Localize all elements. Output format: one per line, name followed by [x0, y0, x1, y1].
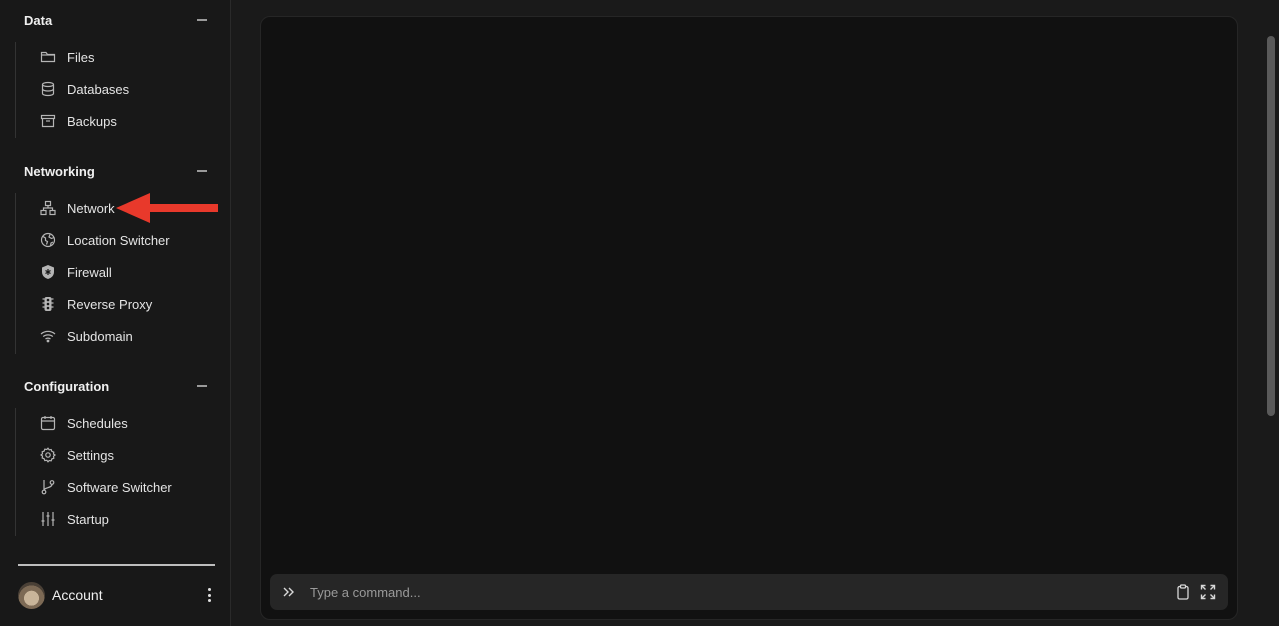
annotation-arrow	[116, 193, 218, 223]
section-guide-line	[15, 193, 16, 354]
collapse-data-button[interactable]	[196, 14, 208, 26]
sidebar-item-firewall[interactable]: Firewall	[40, 260, 220, 284]
wifi-icon	[40, 328, 62, 344]
section-header-networking: Networking	[24, 161, 208, 181]
section-guide-line	[15, 42, 16, 138]
clipboard-icon[interactable]	[1175, 584, 1191, 600]
gear-icon	[40, 447, 62, 463]
sidebar-item-label: Firewall	[67, 264, 112, 280]
command-input[interactable]	[308, 583, 1166, 601]
archive-icon	[40, 113, 62, 129]
console-panel	[260, 16, 1238, 620]
sidebar-item-label: Subdomain	[67, 328, 133, 344]
sidebar-item-schedules[interactable]: Schedules	[40, 411, 220, 435]
avatar[interactable]	[18, 581, 45, 609]
sidebar: Data Files Databases Backups Networking …	[0, 0, 231, 626]
shield-icon	[40, 264, 62, 280]
command-bar	[270, 574, 1228, 610]
network-icon	[40, 200, 62, 216]
sidebar-divider	[18, 564, 215, 566]
collapse-networking-button[interactable]	[196, 165, 208, 177]
sidebar-item-label: Location Switcher	[67, 232, 170, 248]
globe-icon	[40, 232, 62, 248]
sidebar-item-startup[interactable]: Startup	[40, 507, 220, 531]
more-options-icon[interactable]	[203, 587, 215, 603]
sidebar-item-label: Startup	[67, 511, 109, 527]
section-guide-line	[15, 408, 16, 536]
sidebar-item-label: Reverse Proxy	[67, 296, 153, 312]
traffic-light-icon	[40, 296, 62, 312]
sidebar-item-subdomain[interactable]: Subdomain	[40, 324, 220, 348]
sidebar-item-databases[interactable]: Databases	[40, 77, 220, 101]
sliders-icon	[40, 511, 62, 527]
git-branch-icon	[40, 479, 62, 495]
section-title: Data	[24, 12, 53, 28]
sidebar-item-label: Software Switcher	[67, 479, 172, 495]
section-title: Configuration	[24, 378, 110, 394]
sidebar-item-label: Backups	[67, 113, 117, 129]
chevrons-right-icon	[282, 585, 296, 599]
sidebar-item-backups[interactable]: Backups	[40, 109, 220, 133]
calendar-icon	[40, 415, 62, 431]
sidebar-item-software-switcher[interactable]: Software Switcher	[40, 475, 220, 499]
account-label: Account	[52, 587, 103, 603]
section-header-data: Data	[24, 10, 208, 30]
sidebar-item-files[interactable]: Files	[40, 45, 220, 69]
account-menu[interactable]: Account	[18, 581, 215, 609]
section-title: Networking	[24, 163, 95, 179]
scrollbar[interactable]	[1267, 36, 1275, 416]
sidebar-item-label: Schedules	[67, 415, 128, 431]
sidebar-item-label: Databases	[67, 81, 130, 97]
sidebar-item-reverse-proxy[interactable]: Reverse Proxy	[40, 292, 220, 316]
sidebar-item-label: Settings	[67, 447, 114, 463]
sidebar-item-label: Network	[67, 200, 115, 216]
section-header-configuration: Configuration	[24, 376, 208, 396]
collapse-configuration-button[interactable]	[196, 380, 208, 392]
sidebar-item-label: Files	[67, 49, 95, 65]
fullscreen-icon[interactable]	[1200, 584, 1216, 600]
folder-icon	[40, 49, 62, 65]
sidebar-item-settings[interactable]: Settings	[40, 443, 220, 467]
database-icon	[40, 81, 62, 97]
sidebar-item-location-switcher[interactable]: Location Switcher	[40, 228, 220, 252]
